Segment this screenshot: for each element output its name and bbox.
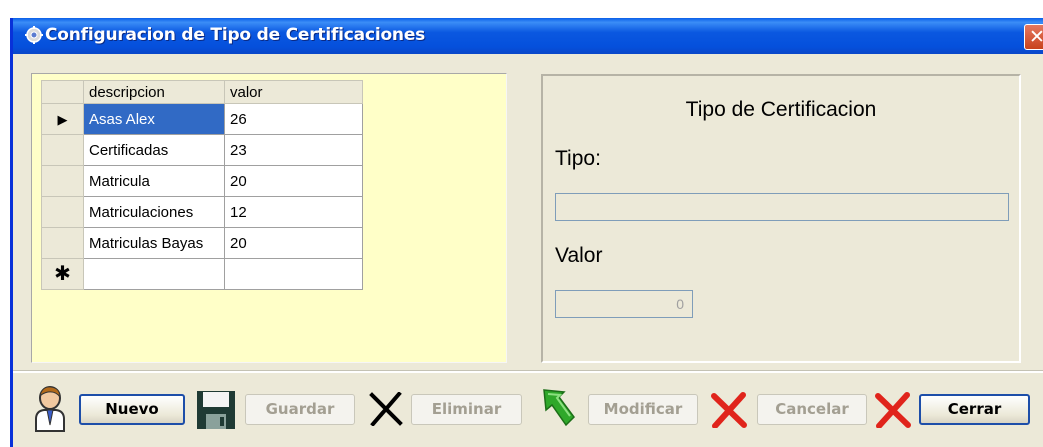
- nuevo-button[interactable]: Nuevo: [79, 394, 185, 425]
- red-x-icon: [875, 392, 911, 428]
- cell-valor[interactable]: 20: [224, 165, 363, 197]
- toolbar-divider: [13, 370, 1043, 373]
- row-indicator[interactable]: [41, 196, 84, 228]
- grid-table: descripcion valor ▶ Asas Alex 26 Certifi…: [41, 80, 363, 290]
- detail-panel: Tipo de Certificacion Tipo: Valor 0: [541, 74, 1021, 363]
- new-row-asterisk-icon: ✱: [54, 263, 71, 285]
- valor-label: Valor: [555, 244, 603, 267]
- window: Configuracion de Tipo de Certificaciones…: [10, 18, 1043, 447]
- new-row[interactable]: ✱: [41, 258, 363, 290]
- row-indicator[interactable]: [41, 227, 84, 259]
- cell-valor[interactable]: 20: [224, 227, 363, 259]
- red-x-icon: [711, 392, 747, 428]
- cell-descripcion[interactable]: Matriculaciones: [83, 196, 225, 228]
- valor-field[interactable]: 0: [555, 290, 693, 318]
- floppy-disk-icon: [197, 391, 235, 429]
- cell-valor[interactable]: 26: [224, 103, 363, 135]
- table-row[interactable]: Certificadas 23: [41, 134, 363, 166]
- column-header-valor[interactable]: valor: [224, 80, 363, 104]
- cerrar-button[interactable]: Cerrar: [919, 394, 1030, 425]
- cell-descripcion[interactable]: Matricula: [83, 165, 225, 197]
- guardar-button[interactable]: Guardar: [245, 394, 355, 425]
- row-indicator[interactable]: [41, 134, 84, 166]
- cancelar-button[interactable]: Cancelar: [757, 394, 867, 425]
- current-row-arrow-icon: ▶: [57, 111, 68, 127]
- column-header-descripcion[interactable]: descripcion: [83, 80, 225, 104]
- table-row[interactable]: Matriculaciones 12: [41, 196, 363, 228]
- cell-descripcion[interactable]: Asas Alex: [83, 103, 225, 135]
- table-row[interactable]: Matricula 20: [41, 165, 363, 197]
- cell-valor-new[interactable]: [224, 258, 363, 290]
- window-title: Configuracion de Tipo de Certificaciones: [45, 25, 426, 45]
- row-indicator[interactable]: ▶: [41, 103, 84, 135]
- cell-valor[interactable]: 12: [224, 196, 363, 228]
- data-grid[interactable]: descripcion valor ▶ Asas Alex 26 Certifi…: [31, 73, 507, 363]
- tipo-label: Tipo:: [555, 147, 601, 170]
- eliminar-button[interactable]: Eliminar: [411, 394, 522, 425]
- row-header-corner: [41, 80, 84, 104]
- cell-descripcion-new[interactable]: [83, 258, 225, 290]
- row-indicator[interactable]: ✱: [41, 258, 84, 290]
- green-arrow-icon: [543, 389, 575, 427]
- cell-descripcion[interactable]: Matriculas Bayas: [83, 227, 225, 259]
- title-bar[interactable]: Configuracion de Tipo de Certificaciones…: [13, 18, 1043, 54]
- table-row[interactable]: ▶ Asas Alex 26: [41, 103, 363, 135]
- gear-icon: [25, 26, 43, 44]
- modificar-button[interactable]: Modificar: [588, 394, 698, 425]
- close-button[interactable]: ✕: [1024, 24, 1043, 50]
- grid-header-row: descripcion valor: [41, 80, 363, 104]
- close-icon: ✕: [1029, 26, 1043, 48]
- cell-valor[interactable]: 23: [224, 134, 363, 166]
- user-icon: [35, 386, 65, 432]
- x-mark-icon: [369, 392, 403, 426]
- row-indicator[interactable]: [41, 165, 84, 197]
- panel-title: Tipo de Certificacion: [685, 98, 877, 121]
- table-row[interactable]: Matriculas Bayas 20: [41, 227, 363, 259]
- tipo-field[interactable]: [555, 193, 1009, 221]
- cell-descripcion[interactable]: Certificadas: [83, 134, 225, 166]
